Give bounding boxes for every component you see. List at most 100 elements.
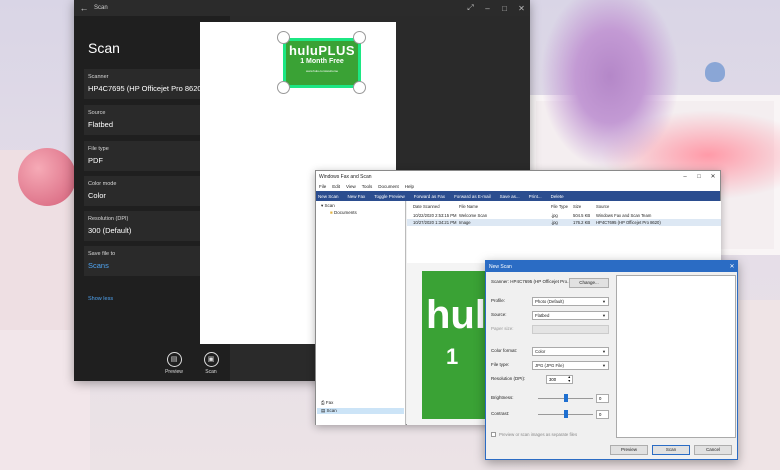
field-label: Save file to bbox=[88, 251, 116, 257]
scan-button[interactable]: ▣ Scan bbox=[199, 352, 223, 375]
column-header[interactable]: File Name bbox=[459, 204, 478, 209]
menu-file[interactable]: File bbox=[319, 184, 326, 189]
new-scan-button[interactable]: New Scan bbox=[318, 194, 339, 199]
scanner-label: Scanner: HP4C7695 (HP Officejet Pro... bbox=[491, 279, 571, 284]
resolution-value: 300 bbox=[549, 377, 557, 382]
maximize-button[interactable]: □ bbox=[692, 174, 706, 180]
nav-fax[interactable]: ⎙ Fax bbox=[321, 400, 333, 405]
resolution-label: Resolution (DPI): bbox=[491, 376, 526, 381]
brightness-input[interactable]: 0 bbox=[596, 394, 609, 403]
nav-label: Fax bbox=[325, 400, 334, 405]
color-format-label: Color format: bbox=[491, 348, 518, 353]
back-arrow-icon[interactable]: ← bbox=[74, 3, 94, 13]
field-label: Scanner bbox=[88, 74, 109, 80]
menu-view[interactable]: View bbox=[346, 184, 356, 189]
toggle-preview-button[interactable]: Toggle Preview bbox=[374, 194, 405, 199]
scan-list: Date Scanned File Name File Type Size So… bbox=[407, 201, 721, 263]
file-type-select[interactable]: JPG (JPG File) ▼ bbox=[532, 361, 609, 370]
scanned-image-preview: huluPLUS 1 Month Free www.hulu.com/welco… bbox=[286, 41, 358, 85]
crop-handle-top-right[interactable] bbox=[353, 31, 366, 44]
field-label: File type bbox=[88, 146, 109, 152]
menu-edit[interactable]: Edit bbox=[332, 184, 340, 189]
tree-item-scan[interactable]: ▾ Scan bbox=[321, 203, 335, 209]
separate-files-checkbox[interactable]: Preview or scan images as separate files bbox=[491, 432, 577, 437]
menu-help[interactable]: Help bbox=[405, 184, 414, 189]
scan-button[interactable]: Scan bbox=[652, 445, 690, 455]
field-value: Color bbox=[88, 191, 106, 200]
cell: 176.2 KB bbox=[573, 220, 591, 225]
preview-button-label: Preview bbox=[165, 369, 183, 375]
file-type-label: File type: bbox=[491, 362, 510, 367]
show-less-link[interactable]: Show less bbox=[88, 296, 113, 302]
scan-icon: ▤ bbox=[321, 408, 326, 413]
source-select[interactable]: Flatbed ▼ bbox=[532, 311, 609, 320]
badge-line1: huluPLUS bbox=[288, 43, 356, 58]
menu-tools[interactable]: Tools bbox=[362, 184, 373, 189]
delete-button[interactable]: Delete bbox=[551, 194, 564, 199]
checkbox-box[interactable] bbox=[491, 432, 496, 437]
new-fax-button[interactable]: New Fax bbox=[348, 194, 366, 199]
minimize-button[interactable]: – bbox=[678, 174, 692, 180]
forward-as-email-button[interactable]: Forward as E-mail bbox=[454, 194, 491, 199]
toolbar: New Scan New Fax Toggle Preview Forward … bbox=[316, 191, 720, 201]
nav-label: Scan bbox=[326, 408, 337, 413]
table-row[interactable]: 10/22/2020 2:53:15 PM Welcome Scan .jpg … bbox=[407, 212, 721, 219]
print-button[interactable]: Print... bbox=[529, 194, 542, 199]
contrast-input[interactable]: 0 bbox=[596, 410, 609, 419]
page-title: Scan bbox=[88, 40, 120, 56]
brightness-slider-thumb[interactable] bbox=[563, 394, 568, 402]
resolution-stepper[interactable]: 300 ▲ ▼ bbox=[546, 375, 573, 384]
wallpaper-plant bbox=[540, 0, 680, 170]
contrast-slider-thumb[interactable] bbox=[563, 410, 568, 418]
column-header[interactable]: Size bbox=[573, 204, 581, 209]
wfs-titlebar: Windows Fax and Scan – □ ✕ bbox=[316, 171, 720, 182]
close-button[interactable]: ✕ bbox=[513, 4, 530, 13]
field-label: Color mode bbox=[88, 181, 117, 187]
chevron-down-icon: ▼ bbox=[602, 299, 606, 304]
cell: 10/22/2020 2:53:15 PM bbox=[413, 213, 457, 218]
table-row[interactable]: 10/27/2020 1:34:21 PM Image .jpg 176.2 K… bbox=[407, 219, 721, 226]
cell: Image bbox=[459, 220, 471, 225]
save-as-button[interactable]: Save as... bbox=[500, 194, 520, 199]
crop-handle-bottom-right[interactable] bbox=[353, 81, 366, 94]
chevron-down-icon: ▼ bbox=[602, 349, 606, 354]
minimize-button[interactable]: – bbox=[479, 4, 496, 13]
source-label: Source: bbox=[491, 312, 507, 317]
close-button[interactable]: ✕ bbox=[706, 173, 720, 180]
crop-handle-top-left[interactable] bbox=[277, 31, 290, 44]
field-value: HP4C7695 (HP Officejet Pro 8620 bbox=[88, 84, 202, 93]
column-header[interactable]: Source bbox=[596, 204, 609, 209]
spin-arrows-icon[interactable]: ▲ ▼ bbox=[568, 375, 571, 383]
cancel-button[interactable]: Cancel bbox=[694, 445, 732, 455]
badge-line2: 1 Month Free bbox=[300, 58, 344, 65]
checkbox-label: Preview or scan images as separate files bbox=[499, 432, 578, 437]
tree-item-documents[interactable]: ■ Documents bbox=[330, 210, 357, 215]
forward-as-fax-button[interactable]: Forward as Fax bbox=[414, 194, 445, 199]
cell: .jpg bbox=[551, 220, 558, 225]
menu-document[interactable]: Document bbox=[378, 184, 399, 189]
maximize-button[interactable]: □ bbox=[496, 4, 513, 13]
nav-scan[interactable]: ▤ Scan bbox=[317, 408, 404, 414]
column-header[interactable]: Date Scanned bbox=[413, 204, 440, 209]
profile-select[interactable]: Photo (Default) ▼ bbox=[532, 297, 609, 306]
cell: 504.5 KB bbox=[573, 213, 591, 218]
color-format-select[interactable]: Color ▼ bbox=[532, 347, 609, 356]
fax-icon: ⎙ bbox=[321, 400, 325, 405]
cell: 10/27/2020 1:34:21 PM bbox=[413, 220, 457, 225]
field-value: Flatbed bbox=[88, 120, 114, 129]
wallpaper-vase bbox=[705, 62, 725, 82]
tree-item-label: Documents bbox=[333, 210, 357, 215]
save-location-link[interactable]: Scans bbox=[88, 261, 210, 270]
source-value: Flatbed bbox=[535, 313, 550, 318]
column-header[interactable]: File Type bbox=[551, 204, 568, 209]
fullscreen-icon[interactable]: ⤢ bbox=[462, 3, 479, 13]
field-label: Source bbox=[88, 110, 106, 116]
crop-handle-bottom-left[interactable] bbox=[277, 81, 290, 94]
preview-button[interactable]: Preview bbox=[610, 445, 648, 455]
close-button[interactable]: ✕ bbox=[727, 263, 737, 270]
brightness-label: Brightness: bbox=[491, 395, 514, 400]
change-scanner-button[interactable]: Change... bbox=[569, 278, 609, 288]
file-type-value: JPG (JPG File) bbox=[535, 363, 564, 368]
wallpaper-sphere bbox=[18, 148, 76, 206]
preview-button[interactable]: ▤ Preview bbox=[162, 352, 186, 375]
